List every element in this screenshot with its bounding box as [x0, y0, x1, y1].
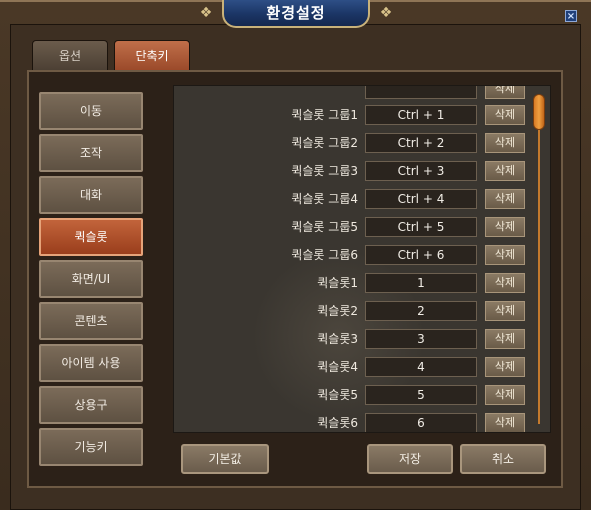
- shortcut-label: 퀵슬롯 그룹5: [291, 220, 358, 234]
- delete-button[interactable]: 삭제: [485, 189, 525, 209]
- category-item-use[interactable]: 아이템 사용: [39, 344, 143, 382]
- category-control[interactable]: 조작: [39, 134, 143, 172]
- delete-button[interactable]: 삭제: [485, 301, 525, 321]
- category-chat[interactable]: 대화: [39, 176, 143, 214]
- table-row: 삭제: [174, 86, 550, 101]
- key-field[interactable]: Ctrl + 4: [365, 189, 477, 209]
- delete-button[interactable]: 삭제: [485, 86, 525, 99]
- table-row: 퀵슬롯2 2 삭제: [174, 299, 550, 323]
- category-content[interactable]: 콘텐츠: [39, 302, 143, 340]
- table-row: 퀵슬롯 그룹5 Ctrl + 5 삭제: [174, 215, 550, 239]
- table-row: 퀵슬롯 그룹6 Ctrl + 6 삭제: [174, 243, 550, 267]
- tab-options[interactable]: 옵션: [32, 40, 108, 70]
- table-row: 퀵슬롯3 3 삭제: [174, 327, 550, 351]
- shortcut-label: 퀵슬롯 그룹1: [291, 108, 358, 122]
- default-button[interactable]: 기본값: [181, 444, 269, 474]
- table-row: 퀵슬롯 그룹4 Ctrl + 4 삭제: [174, 187, 550, 211]
- key-field[interactable]: 5: [365, 385, 477, 405]
- delete-button[interactable]: 삭제: [485, 329, 525, 349]
- tab-shortcuts[interactable]: 단축키: [114, 40, 190, 70]
- shortcut-label: 퀵슬롯2: [317, 304, 358, 318]
- table-row: 퀵슬롯 그룹1 Ctrl + 1 삭제: [174, 103, 550, 127]
- shortcut-label: 퀵슬롯6: [317, 416, 358, 430]
- key-field[interactable]: Ctrl + 2: [365, 133, 477, 153]
- delete-button[interactable]: 삭제: [485, 133, 525, 153]
- delete-button[interactable]: 삭제: [485, 105, 525, 125]
- key-field[interactable]: Ctrl + 5: [365, 217, 477, 237]
- window-title: 환경설정: [222, 0, 370, 28]
- delete-button[interactable]: 삭제: [485, 413, 525, 432]
- key-field[interactable]: 4: [365, 357, 477, 377]
- shortcut-label: 퀵슬롯4: [317, 360, 358, 374]
- category-phrases[interactable]: 상용구: [39, 386, 143, 424]
- save-button[interactable]: 저장: [367, 444, 453, 474]
- shortcut-label: 퀵슬롯 그룹2: [291, 136, 358, 150]
- ornament-left-icon: ❖: [199, 5, 213, 21]
- table-row: 퀵슬롯5 5 삭제: [174, 383, 550, 407]
- key-field[interactable]: Ctrl + 6: [365, 245, 477, 265]
- ornament-right-icon: ❖: [379, 5, 393, 21]
- delete-button[interactable]: 삭제: [485, 357, 525, 377]
- shortcut-list: 삭제 퀵슬롯 그룹1 Ctrl + 1 삭제 퀵슬롯 그룹2 Ctrl + 2 …: [173, 85, 551, 433]
- key-field[interactable]: 2: [365, 301, 477, 321]
- table-row: 퀵슬롯 그룹2 Ctrl + 2 삭제: [174, 131, 550, 155]
- shortcut-label: 퀵슬롯 그룹6: [291, 248, 358, 262]
- shortcut-label: 퀵슬롯3: [317, 332, 358, 346]
- table-row: 퀵슬롯4 4 삭제: [174, 355, 550, 379]
- close-icon[interactable]: ×: [565, 10, 577, 22]
- title-banner: ❖ 환경설정 ❖: [186, 0, 406, 30]
- category-move[interactable]: 이동: [39, 92, 143, 130]
- key-field[interactable]: Ctrl + 3: [365, 161, 477, 181]
- key-field[interactable]: 3: [365, 329, 477, 349]
- shortcut-label: 퀵슬롯5: [317, 388, 358, 402]
- delete-button[interactable]: 삭제: [485, 161, 525, 181]
- cancel-button[interactable]: 취소: [460, 444, 546, 474]
- delete-button[interactable]: 삭제: [485, 217, 525, 237]
- delete-button[interactable]: 삭제: [485, 385, 525, 405]
- key-field[interactable]: 6: [365, 413, 477, 432]
- scrollbar[interactable]: [533, 88, 545, 430]
- scroll-thumb[interactable]: [533, 94, 545, 130]
- scroll-track[interactable]: [538, 94, 540, 424]
- category-screen-ui[interactable]: 화면/UI: [39, 260, 143, 298]
- shortcut-label: 퀵슬롯 그룹3: [291, 164, 358, 178]
- category-quickslot[interactable]: 퀵슬롯: [39, 218, 143, 256]
- shortcut-label: 퀵슬롯1: [317, 276, 358, 290]
- category-function-keys[interactable]: 기능키: [39, 428, 143, 466]
- key-field[interactable]: 1: [365, 273, 477, 293]
- delete-button[interactable]: 삭제: [485, 245, 525, 265]
- table-row: 퀵슬롯1 1 삭제: [174, 271, 550, 295]
- delete-button[interactable]: 삭제: [485, 273, 525, 293]
- shortcut-label: 퀵슬롯 그룹4: [291, 192, 358, 206]
- key-field[interactable]: Ctrl + 1: [365, 105, 477, 125]
- table-row: 퀵슬롯 그룹3 Ctrl + 3 삭제: [174, 159, 550, 183]
- table-row: 퀵슬롯6 6 삭제: [174, 411, 550, 432]
- key-field[interactable]: [365, 86, 477, 99]
